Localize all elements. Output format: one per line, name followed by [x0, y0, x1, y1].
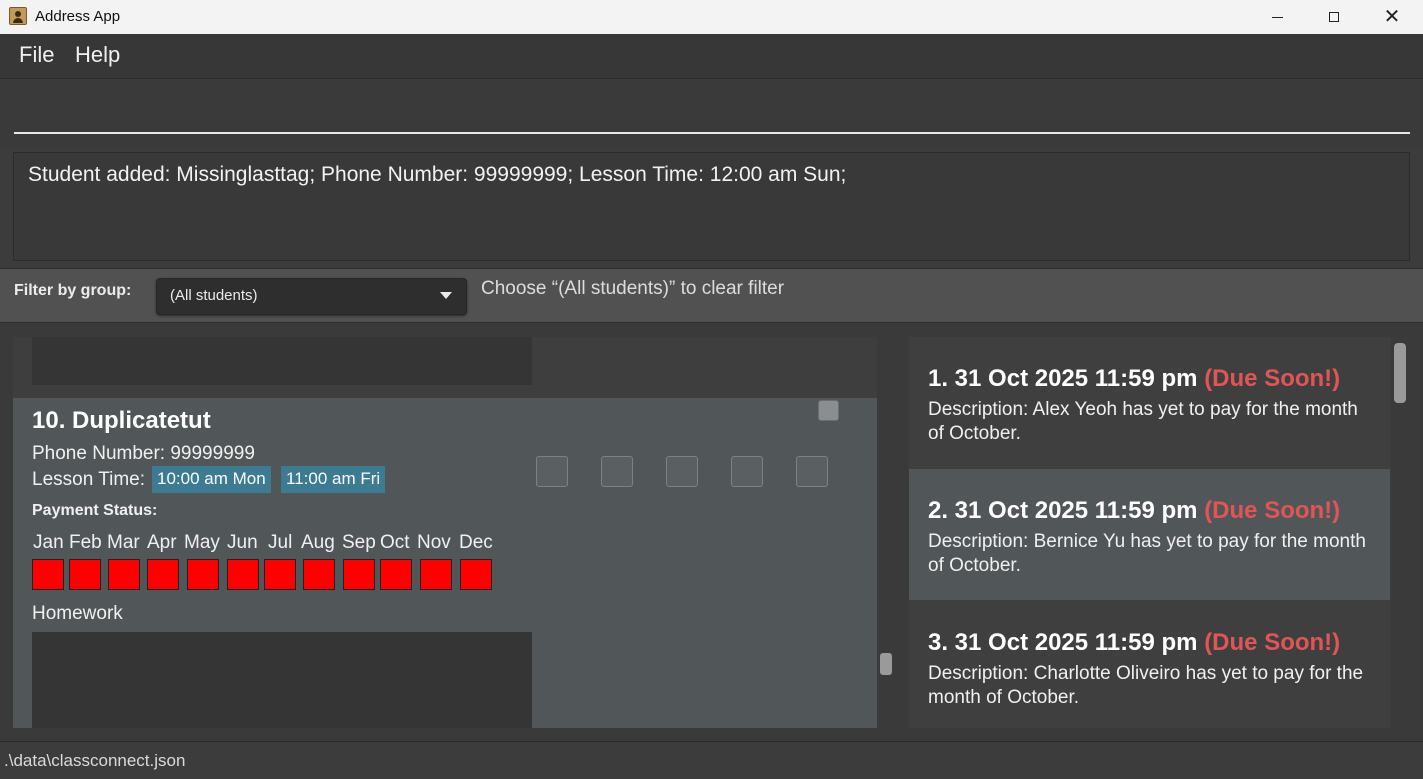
app-icon — [9, 7, 27, 25]
menu-help[interactable]: Help — [75, 42, 120, 68]
payment-box-dec[interactable] — [460, 559, 492, 590]
month-label-mar: Mar — [107, 532, 140, 553]
payment-box-aug[interactable] — [303, 559, 335, 590]
maximize-button[interactable] — [1305, 0, 1363, 34]
data-file-path: .\data\classconnect.json — [4, 751, 186, 770]
filter-hint: Choose “(All students)” to clear filter — [481, 278, 785, 299]
reminder-description: Description: Charlotte Oliveiro has yet … — [928, 663, 1364, 708]
payment-status-label: Payment Status: — [32, 502, 158, 519]
month-label-feb: Feb — [69, 532, 102, 553]
reminder-scrollbar[interactable] — [1394, 343, 1406, 403]
maximize-icon — [1329, 12, 1339, 22]
payment-box-mar[interactable] — [108, 559, 140, 590]
homework-list-area[interactable] — [32, 632, 532, 728]
payment-box-feb[interactable] — [69, 559, 101, 590]
month-label-aug: Aug — [301, 532, 335, 553]
reminder-date: 1. 31 Oct 2025 11:59 pm (Due Soon!) — [928, 365, 1341, 392]
month-label-may: May — [184, 532, 220, 553]
reminder-date: 2. 31 Oct 2025 11:59 pm (Due Soon!) — [928, 497, 1341, 524]
student-select-checkbox[interactable] — [818, 400, 839, 421]
payment-box-jul[interactable] — [264, 559, 296, 590]
title-bar — [0, 0, 1423, 34]
payment-box-nov[interactable] — [420, 559, 452, 590]
lesson-time-label: Lesson Time: — [32, 469, 145, 490]
month-label-sep: Sep — [342, 532, 376, 553]
payment-box-jan[interactable] — [32, 559, 64, 590]
minimize-icon — [1271, 16, 1283, 18]
homework-label: Homework — [32, 603, 123, 624]
payment-box-oct[interactable] — [380, 559, 412, 590]
status-bar — [0, 741, 1423, 779]
due-soon-flag: (Due Soon!) — [1204, 365, 1341, 392]
payment-box-apr[interactable] — [147, 559, 179, 590]
payment-box-jun[interactable] — [227, 559, 259, 590]
month-label-jul: Jul — [268, 532, 293, 553]
due-soon-flag: (Due Soon!) — [1204, 629, 1341, 656]
homework-checkbox[interactable] — [536, 456, 568, 487]
student-list-scrollbar[interactable] — [880, 653, 892, 675]
reminder-description: Description: Bernice Yu has yet to pay f… — [928, 531, 1366, 576]
homework-checkbox[interactable] — [796, 456, 828, 487]
lesson-tag: 10:00 am Mon — [152, 466, 271, 493]
month-label-apr: Apr — [147, 532, 177, 553]
result-text: Student added: Missinglasttag; Phone Num… — [28, 163, 847, 186]
close-button[interactable]: ✕ — [1363, 0, 1421, 34]
command-input[interactable] — [14, 90, 1410, 134]
month-label-jan: Jan — [33, 532, 64, 553]
student-phone: Phone Number: 99999999 — [32, 443, 255, 464]
month-label-oct: Oct — [380, 532, 410, 553]
group-filter-value: (All students) — [170, 287, 258, 304]
minimize-button[interactable] — [1248, 0, 1306, 34]
reminder-date: 3. 31 Oct 2025 11:59 pm (Due Soon!) — [928, 629, 1341, 656]
month-label-nov: Nov — [417, 532, 451, 553]
reminder-description: Description: Alex Yeoh has yet to pay fo… — [928, 399, 1358, 444]
window-title: Address App — [35, 8, 121, 25]
homework-checkbox[interactable] — [601, 456, 633, 487]
chevron-down-icon[interactable] — [440, 292, 452, 299]
payment-box-sep[interactable] — [343, 559, 375, 590]
homework-checkbox[interactable] — [666, 456, 698, 487]
close-icon: ✕ — [1383, 6, 1401, 28]
menu-bar — [0, 34, 1423, 79]
month-label-jun: Jun — [227, 532, 258, 553]
homework-checkbox[interactable] — [731, 456, 763, 487]
lesson-tag: 11:00 am Fri — [281, 466, 386, 493]
month-label-dec: Dec — [459, 532, 493, 553]
payment-box-may[interactable] — [187, 559, 219, 590]
filter-label: Filter by group: — [14, 282, 132, 299]
menu-file[interactable]: File — [19, 42, 54, 68]
student-name: 10. Duplicatetut — [32, 407, 211, 434]
due-soon-flag: (Due Soon!) — [1204, 497, 1341, 524]
homework-list-area — [32, 337, 532, 385]
